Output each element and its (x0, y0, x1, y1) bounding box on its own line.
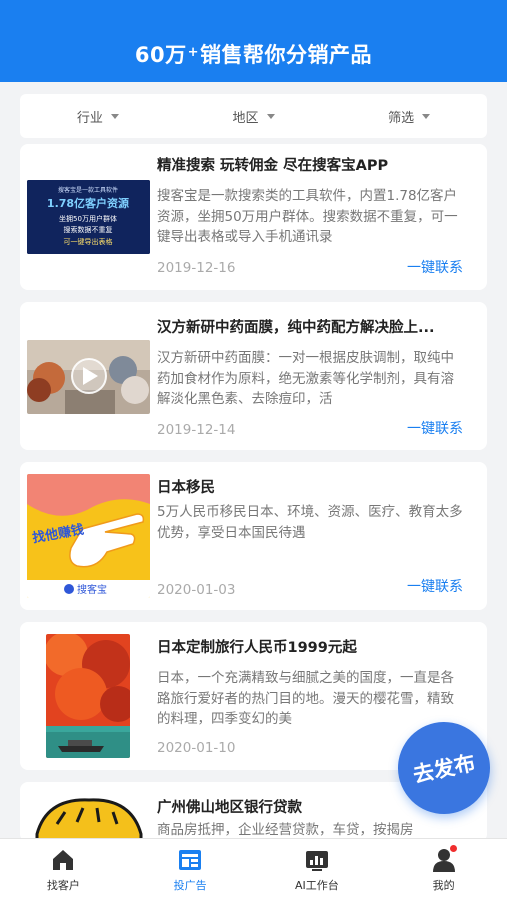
filter-region[interactable]: 地区 (176, 107, 332, 126)
svg-text:可一键导出表格: 可一键导出表格 (64, 237, 113, 246)
svg-text:搜索数据不重复: 搜索数据不重复 (64, 225, 113, 234)
contact-button[interactable]: 一键联系 (407, 576, 463, 596)
post-thumbnail (27, 340, 150, 414)
post-date: 2019-12-14 (157, 422, 236, 438)
tab-find-customers[interactable]: 找客户 (0, 839, 127, 900)
ad-icon (179, 849, 202, 870)
post-description: 日本，一个充满精致与细腻之美的国度，一直是各路旅行爱好者的热门目的地。漫天的樱花… (157, 670, 454, 727)
post-thumbnail (27, 794, 150, 842)
tab-ai-workbench[interactable]: AI工作台 (254, 839, 381, 900)
svg-text:搜客宝: 搜客宝 (77, 583, 107, 596)
post-thumbnail: 找他赚钱 搜客宝 (27, 474, 150, 598)
post-card[interactable]: 搜客宝是一款工具软件 1.78亿客户资源 坐拥50万用户群体 搜索数据不重复 可… (20, 144, 487, 290)
svg-text:1.78亿客户资源: 1.78亿客户资源 (47, 196, 129, 210)
post-card[interactable]: 找他赚钱 搜客宝 日本移民 5万人民币移民日本、环境、资源、医疗、教育太多优势，… (20, 462, 487, 610)
contact-button[interactable]: 一键联系 (407, 257, 463, 277)
publish-button-label: 去发布 (410, 750, 478, 788)
post-description: 5万人民币移民日本、环境、资源、医疗、教育太多优势，享受日本国民待遇 (157, 504, 463, 541)
post-card[interactable]: 汉方新研中药面膜，纯中药配方解决脸上... 汉方新研中药面膜：一对一根据皮肤调制… (20, 302, 487, 450)
tab-mine[interactable]: 我的 (380, 839, 507, 900)
header-bar: 60万+销售帮你分销产品 (0, 0, 507, 82)
post-date: 2020-01-03 (157, 582, 236, 598)
chart-icon (305, 850, 328, 871)
tab-label: AI工作台 (294, 878, 339, 892)
post-title: 日本移民 (157, 480, 215, 496)
post-date: 2019-12-16 (157, 260, 236, 276)
filter-bar: 行业 地区 筛选 (20, 94, 487, 138)
post-description: 搜客宝是一款搜索类的工具软件，内置1.78亿客户资源，坐拥50万用户群体。搜索数… (157, 188, 458, 245)
svg-text:坐拥50万用户群体: 坐拥50万用户群体 (59, 214, 117, 223)
filter-screen[interactable]: 筛选 (331, 107, 487, 126)
filter-industry[interactable]: 行业 (20, 107, 176, 126)
post-thumbnail (46, 634, 130, 758)
filter-screen-label: 筛选 (388, 110, 415, 126)
tab-advertise[interactable]: 投广告 (127, 839, 254, 900)
tab-label: 找客户 (46, 878, 80, 892)
tab-label: 投广告 (173, 878, 207, 892)
dropdown-arrow-icon (266, 113, 275, 119)
svg-text:搜客宝是一款工具软件: 搜客宝是一款工具软件 (58, 186, 118, 194)
post-description: 汉方新研中药面膜：一对一根据皮肤调制，取纯中药加食材作为原料，绝无激素等化学制剂… (157, 350, 454, 407)
contact-button[interactable]: 一键联系 (407, 418, 463, 438)
post-thumbnail: 搜客宝是一款工具软件 1.78亿客户资源 坐拥50万用户群体 搜索数据不重复 可… (27, 180, 150, 254)
app-screen: 60万+销售帮你分销产品 行业 地区 筛选 搜客宝是一款工具软件 1.78亿客户… (0, 0, 507, 900)
filter-region-label: 地区 (232, 110, 259, 126)
post-title: 日本定制旅行人民币1999元起 (157, 640, 357, 656)
dropdown-arrow-icon (422, 113, 431, 119)
post-title: 汉方新研中药面膜，纯中药配方解决脸上... (157, 320, 435, 336)
tab-label: 我的 (432, 878, 455, 892)
page-title: 60万+销售帮你分销产品 (134, 43, 373, 67)
post-date: 2020-01-10 (157, 740, 236, 756)
dropdown-arrow-icon (110, 113, 119, 119)
post-title: 精准搜索 玩转佣金 尽在搜客宝APP (157, 158, 389, 174)
home-icon (53, 849, 74, 870)
bottom-tab-bar: 找客户 投广告 AI工作台 我的 (0, 838, 507, 900)
filter-industry-label: 行业 (76, 110, 103, 126)
